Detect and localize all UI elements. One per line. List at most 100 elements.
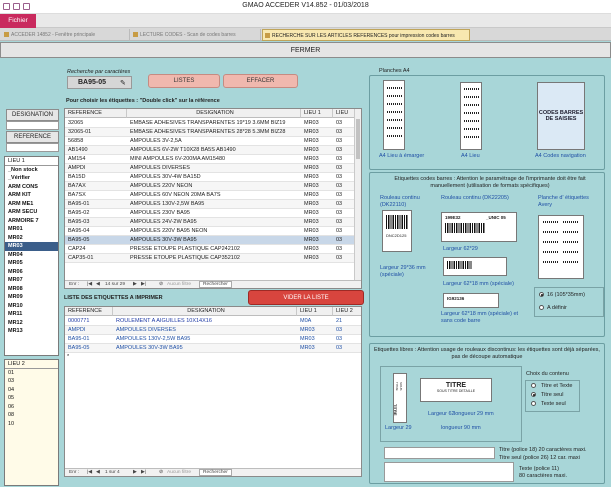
planche-avery-preview[interactable]	[538, 215, 584, 279]
lieu1-listbox[interactable]: LIEU 1 _Non stock _Vérifier ARM CONS ARM KIT…	[4, 156, 59, 356]
lieu2-item[interactable]: 08	[5, 411, 58, 420]
rouleau2-preview-nobarcode[interactable]: IG92136	[443, 293, 499, 308]
column-header[interactable]: LIEU 2	[333, 307, 361, 316]
a4-lieu-preview[interactable]	[460, 82, 482, 150]
lieu1-item[interactable]: ARM ME1	[5, 200, 58, 209]
rouleau1-preview[interactable]: DNC2D125	[382, 210, 412, 252]
content-title-text-radio[interactable]	[531, 383, 536, 388]
table-row[interactable]: BA95-01 AMPOULES 130V-2,5W BA95 MR03 03	[65, 335, 361, 344]
lieu1-item[interactable]: MR05	[5, 259, 58, 268]
lieu1-item[interactable]: MR03	[5, 242, 58, 251]
lieu1-item[interactable]: ARM KIT	[5, 191, 58, 200]
doc-tab-main[interactable]: ACCEDER 14852 - Fenêtre principale	[2, 29, 130, 41]
column-header[interactable]: LIEU 1	[301, 109, 333, 118]
next-record-icon[interactable]: ▶	[133, 469, 137, 476]
table-row[interactable]: AMPDI AMPOULES DIVERSES MR03 03	[65, 326, 361, 335]
next-record-icon[interactable]: ▶	[133, 281, 137, 288]
avery-16-radio[interactable]	[539, 292, 544, 297]
doc-tab-scan[interactable]: LECTURE CODES - Scan de codes barres	[131, 29, 261, 41]
table-row[interactable]: BA95-01 AMPOULES 130V-2,5W BA95 MR03 03	[65, 200, 361, 209]
table-row[interactable]: AMPDI AMPOULES DIVERSES MR03 03	[65, 164, 361, 173]
libres-text-input[interactable]	[384, 462, 514, 482]
table-row[interactable]: BA95-04 AMPOULES 220V BA95 NEON MR03 03	[65, 227, 361, 236]
lieu1-item[interactable]: MR02	[5, 234, 58, 243]
first-record-icon[interactable]: |◀	[87, 469, 92, 476]
list-button[interactable]: LISTES	[148, 74, 220, 88]
table-row[interactable]: 32065 EMBASE ADHESIVES TRANSPARENTES 19*1…	[65, 119, 361, 128]
new-row-marker[interactable]: *	[67, 353, 69, 362]
lieu1-item[interactable]: MR06	[5, 268, 58, 277]
search-box[interactable]: Rechercher	[199, 281, 232, 288]
lieu2-listbox[interactable]: LIEU 2 01 03 04 05 06 08 10	[4, 359, 59, 486]
first-record-icon[interactable]: |◀	[87, 281, 92, 288]
scrollbar-thumb[interactable]	[356, 119, 360, 159]
lieu1-item[interactable]: _Vérifier	[5, 174, 58, 183]
table-row[interactable]: BA15D AMPOULES 30V-4W BA15D MR03 03	[65, 173, 361, 182]
table-row[interactable]: 32065-01 EMBASE ADHESIVES TRANSPARENTES 2…	[65, 128, 361, 137]
rouleau2-preview[interactable]: 199E32 _UNIC 05	[441, 212, 517, 242]
column-header[interactable]: REFERENCE	[65, 109, 127, 118]
table-row[interactable]: CAP35-01 PRESSE ETOUPE PLASTIQUE CAP35210…	[65, 254, 361, 263]
edit-icon[interactable]: ✎	[120, 79, 126, 87]
lieu1-item[interactable]: LIEU 1	[5, 157, 58, 166]
lieu1-item[interactable]: MR11	[5, 310, 58, 319]
lieu2-item[interactable]: 04	[5, 386, 58, 395]
content-title-only-radio[interactable]	[531, 392, 536, 397]
vertical-scrollbar[interactable]	[354, 109, 361, 281]
close-button[interactable]: FERMER	[0, 42, 611, 58]
lieu1-item[interactable]: MR01	[5, 225, 58, 234]
filter-label[interactable]: Aucun filtre	[167, 469, 191, 476]
clear-list-button[interactable]: VIDER LA LISTE	[248, 290, 364, 305]
rouleau2-preview-small[interactable]	[443, 257, 507, 276]
content-text-only-radio[interactable]	[531, 401, 536, 406]
table-row[interactable]: 0000771 ROULEMENT A AIGUILLES 10X14X16 M0A…	[65, 317, 361, 326]
lieu1-item[interactable]: MR08	[5, 285, 58, 294]
lieu2-item[interactable]: 01	[5, 369, 58, 378]
table-row[interactable]: BA95-05 AMPOULES 30V-3W BA95 MR03 03	[65, 236, 361, 245]
lieu1-item[interactable]: MR10	[5, 302, 58, 311]
column-header[interactable]: REFERENCE	[65, 307, 113, 316]
table-row[interactable]: BA95-03 AMPOULES 24V-2W BA95 MR03 03	[65, 218, 361, 227]
table-row[interactable]: 56858 AMPOULES 3V-2,5A MR03 03	[65, 137, 361, 146]
column-header[interactable]: DESIGNATION	[113, 307, 297, 316]
designation-button[interactable]: DESIGNATION	[6, 109, 59, 121]
lieu1-item[interactable]: MR04	[5, 251, 58, 260]
lieu1-item[interactable]: ARMOIRE 7	[5, 217, 58, 226]
lieu2-item[interactable]: 06	[5, 403, 58, 412]
column-header[interactable]: DESIGNATION	[127, 109, 301, 118]
doc-tab-search[interactable]: RECHERCHE SUR LES ARTICLES REFERENCES po…	[262, 29, 470, 41]
libres-horizontal-preview[interactable]: TITRE SOUS TITRE DETAILLE	[420, 378, 492, 402]
last-record-icon[interactable]: ▶|	[141, 469, 146, 476]
libres-vertical-preview[interactable]: TITRE SOUS TITRE	[393, 373, 407, 423]
column-header[interactable]: LIEU 1	[297, 307, 333, 316]
table-row[interactable]: BA7SX AMPOULES 60V NEON 20MA BA7S MR03 03	[65, 191, 361, 200]
last-record-icon[interactable]: ▶|	[141, 281, 146, 288]
file-tab[interactable]: Fichier	[0, 14, 36, 28]
table-row[interactable]: BA7AX AMPOULES 220V NEON MR03 03	[65, 182, 361, 191]
prev-record-icon[interactable]: ◀	[96, 281, 100, 288]
lieu1-item[interactable]: MR12	[5, 319, 58, 328]
filter-label[interactable]: Aucun filtre	[167, 281, 191, 288]
designation-filter-input[interactable]	[6, 121, 59, 130]
print-list-table[interactable]: REFERENCE DESIGNATION LIEU 1 LIEU 2 0000771 R…	[64, 306, 362, 477]
lieu2-item[interactable]: LIEU 2	[5, 360, 58, 369]
prev-record-icon[interactable]: ◀	[96, 469, 100, 476]
libres-title-input[interactable]	[384, 447, 495, 459]
table-row[interactable]: CAP24 PRESSE ETOUPE PLASTIQUE CAP242102 MR…	[65, 245, 361, 254]
search-box[interactable]: Rechercher	[199, 469, 232, 476]
table-row[interactable]: BA95-05 AMPOULES 30V-3W BA95 MR03 03	[65, 344, 361, 353]
lieu2-item[interactable]: 03	[5, 377, 58, 386]
table-row[interactable]: AM154 MINI AMPOULES 6V-200MA AM15480 MR03 0…	[65, 155, 361, 164]
lieu1-item[interactable]: MR09	[5, 293, 58, 302]
lieu1-item[interactable]: MR07	[5, 276, 58, 285]
lieu1-item[interactable]: ARM CONS	[5, 183, 58, 192]
lieu1-item[interactable]: MR13	[5, 327, 58, 336]
clear-search-button[interactable]: EFFACER	[223, 74, 298, 88]
reference-filter-input[interactable]	[6, 143, 59, 152]
table-row[interactable]: AB1490 AMPOULES 6V-2W T10X28 BA5S AB1490 M…	[65, 146, 361, 155]
reference-button[interactable]: REFERENCE	[6, 131, 59, 143]
lieu1-item[interactable]: _Non stock	[5, 166, 58, 175]
lieu2-item[interactable]: 05	[5, 394, 58, 403]
a4-codes-navigation-preview[interactable]: CODES BARRES DE SAISIES	[537, 82, 585, 150]
articles-table[interactable]: REFERENCE DESIGNATION LIEU 1 LIEU 32065 EMBAS…	[64, 108, 362, 289]
